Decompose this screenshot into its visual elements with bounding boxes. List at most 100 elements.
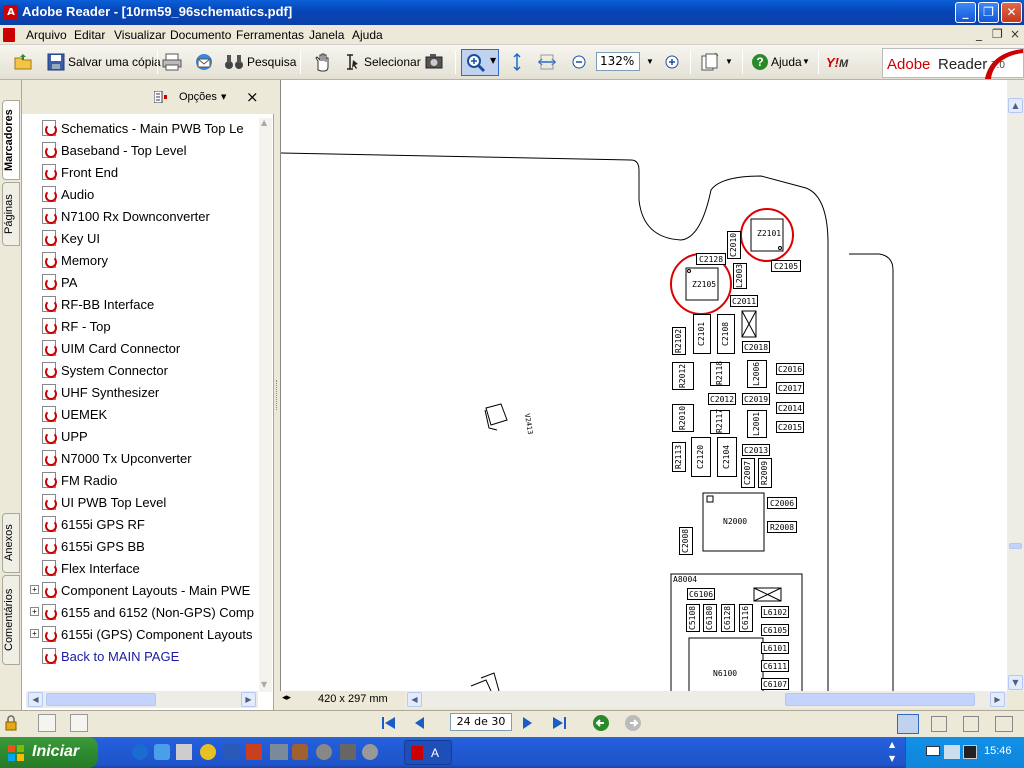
quicklaunch-app-icon[interactable] [176, 744, 192, 760]
tab-bookmarks[interactable]: Marcadores [2, 100, 20, 180]
doc-vertical-thumb[interactable] [1009, 543, 1022, 549]
menu-ferramentas[interactable]: Ferramentas [236, 28, 304, 42]
reading-mode-icon[interactable] [70, 714, 88, 732]
minimize-button[interactable]: _ [955, 2, 976, 23]
page-number-input[interactable]: 24 de 30 [450, 713, 512, 731]
doc-minimize-button[interactable]: _ [976, 27, 982, 41]
binoculars-icon[interactable] [224, 52, 244, 72]
search-button[interactable]: Pesquisa [247, 55, 296, 69]
fit-width-icon[interactable] [537, 52, 557, 72]
quicklaunch-settings-icon[interactable] [316, 744, 332, 760]
yahoo-toolbar-icon[interactable]: Y!M [826, 55, 848, 70]
help-dropdown-icon[interactable]: ▼ [802, 57, 810, 66]
expand-plus-icon[interactable]: + [30, 607, 39, 616]
tab-pages[interactable]: Páginas [2, 182, 20, 246]
menu-arquivo[interactable]: Arquivo [26, 28, 67, 42]
taskbar-scroll-down-icon[interactable]: ▼ [889, 754, 895, 763]
doc-scroll-left-arrow-icon[interactable]: ◀ [407, 692, 422, 707]
facing-view-icon[interactable] [963, 716, 979, 732]
close-button[interactable]: ✕ [1001, 2, 1022, 23]
single-page-view-icon[interactable] [897, 714, 919, 734]
doc-close-button[interactable]: × [1010, 27, 1020, 41]
menu-visualizar[interactable]: Visualizar [114, 28, 166, 42]
scroll-left-arrow-icon[interactable]: ◀ [28, 692, 43, 707]
previous-page-icon[interactable] [412, 715, 428, 731]
menu-editar[interactable]: Editar [74, 28, 105, 42]
document-view[interactable]: Z2101 Z2105 V2413 C2010 C2128 L2003 C210… [280, 80, 1007, 691]
scrollbar-thumb[interactable] [46, 693, 156, 706]
page-layout-dropdown-icon[interactable]: ▼ [725, 57, 733, 66]
bookmarks-horizontal-scrollbar[interactable]: ◀ ▶ [26, 691, 258, 708]
select-text-icon[interactable] [340, 52, 360, 72]
quicklaunch-tool-icon[interactable] [246, 744, 262, 760]
scroll-right-arrow-icon[interactable]: ▶ [241, 692, 256, 707]
expand-plus-icon[interactable]: + [30, 629, 39, 638]
expand-plus-icon[interactable]: + [30, 585, 39, 594]
scroll-up-arrow-icon[interactable]: ▲ [261, 118, 267, 127]
quicklaunch-gear-icon[interactable] [362, 744, 378, 760]
quicklaunch-program-icon[interactable] [270, 744, 288, 760]
adobe-reader-badge[interactable]: Adobe Reader 7.0 [882, 48, 1024, 79]
scroll-down-arrow-icon[interactable]: ▼ [261, 680, 267, 689]
snapshot-camera-icon[interactable] [424, 52, 444, 72]
options-list-icon[interactable] [154, 91, 168, 103]
doc-scroll-up-arrow-icon[interactable]: ▲ [1008, 98, 1023, 113]
tray-network-icon[interactable] [944, 745, 960, 759]
quicklaunch-browser-icon[interactable] [154, 744, 170, 760]
print-icon[interactable] [162, 52, 182, 72]
zoom-tool-button[interactable]: ▼ [461, 49, 499, 76]
help-button[interactable]: Ajuda [771, 55, 802, 69]
continuous-view-icon[interactable] [931, 716, 947, 732]
first-page-icon[interactable] [380, 715, 398, 731]
zoom-level-dropdown-icon[interactable]: ▼ [646, 57, 654, 66]
taskbar-scroll-up-icon[interactable]: ▲ [889, 740, 895, 749]
go-forward-icon[interactable] [624, 714, 642, 732]
tab-comments[interactable]: Comentários [2, 575, 20, 665]
last-page-icon[interactable] [550, 715, 568, 731]
zoom-level-input[interactable]: 132% [596, 52, 640, 71]
tab-attachments[interactable]: Anexos [2, 513, 20, 573]
quicklaunch-clock-icon[interactable] [200, 744, 216, 760]
doc-horizontal-thumb[interactable] [785, 693, 975, 706]
split-window-icon[interactable]: ◂▸ [282, 693, 291, 703]
zoom-out-icon[interactable] [569, 52, 589, 72]
go-back-icon[interactable] [592, 714, 610, 732]
quicklaunch-game-icon[interactable] [292, 744, 308, 760]
options-menu[interactable]: Opções [179, 91, 217, 103]
bookmarks-vertical-scrollbar[interactable]: ▲ ▼ [259, 118, 272, 692]
quicklaunch-ie-icon[interactable] [132, 744, 148, 760]
next-page-icon[interactable] [519, 715, 535, 731]
options-dropdown-icon[interactable]: ▼ [221, 93, 226, 101]
doc-restore-button[interactable]: ❐ [992, 27, 1003, 41]
page-layout-icon[interactable] [700, 52, 720, 72]
menu-janela[interactable]: Janela [309, 28, 344, 42]
panel-close-button[interactable]: × [246, 88, 259, 106]
save-icon[interactable] [46, 52, 66, 72]
document-menu-icon[interactable] [3, 28, 15, 42]
doc-scroll-down-arrow-icon[interactable]: ▼ [1008, 675, 1023, 690]
adobe-reader-app-icon[interactable]: A [4, 5, 18, 20]
tray-mail-icon[interactable] [926, 746, 940, 756]
select-tool-button[interactable]: Selecionar [364, 55, 421, 69]
fit-page-icon[interactable] [507, 52, 527, 72]
quicklaunch-utility-icon[interactable] [340, 744, 356, 760]
hand-tool-icon[interactable] [312, 52, 332, 72]
title-bar[interactable]: A Adobe Reader - [10rm59_96schematics.pd… [0, 0, 1024, 25]
screen-mode-icon[interactable] [38, 714, 56, 732]
doc-scroll-right-arrow-icon[interactable]: ▶ [990, 692, 1005, 707]
help-icon[interactable]: ? [750, 52, 770, 72]
taskbar-adobe-reader-task[interactable]: A [404, 740, 452, 765]
document-vertical-scrollbar[interactable]: ▲ ▼ [1007, 80, 1024, 691]
quicklaunch-word-icon[interactable] [224, 744, 240, 760]
email-icon[interactable] [194, 52, 214, 72]
document-horizontal-scrollbar[interactable]: ◀ ▶ [405, 691, 1007, 708]
tray-monitor-icon[interactable] [963, 745, 977, 759]
restore-button[interactable]: ❐ [978, 2, 999, 23]
continuous-facing-view-icon[interactable] [995, 716, 1013, 732]
menu-ajuda[interactable]: Ajuda [352, 28, 383, 42]
start-button[interactable]: Iniciar [0, 737, 98, 768]
menu-documento[interactable]: Documento [170, 28, 231, 42]
zoom-in-plus-icon[interactable] [662, 52, 682, 72]
security-lock-icon[interactable] [3, 715, 19, 731]
open-folder-icon[interactable] [13, 52, 33, 72]
